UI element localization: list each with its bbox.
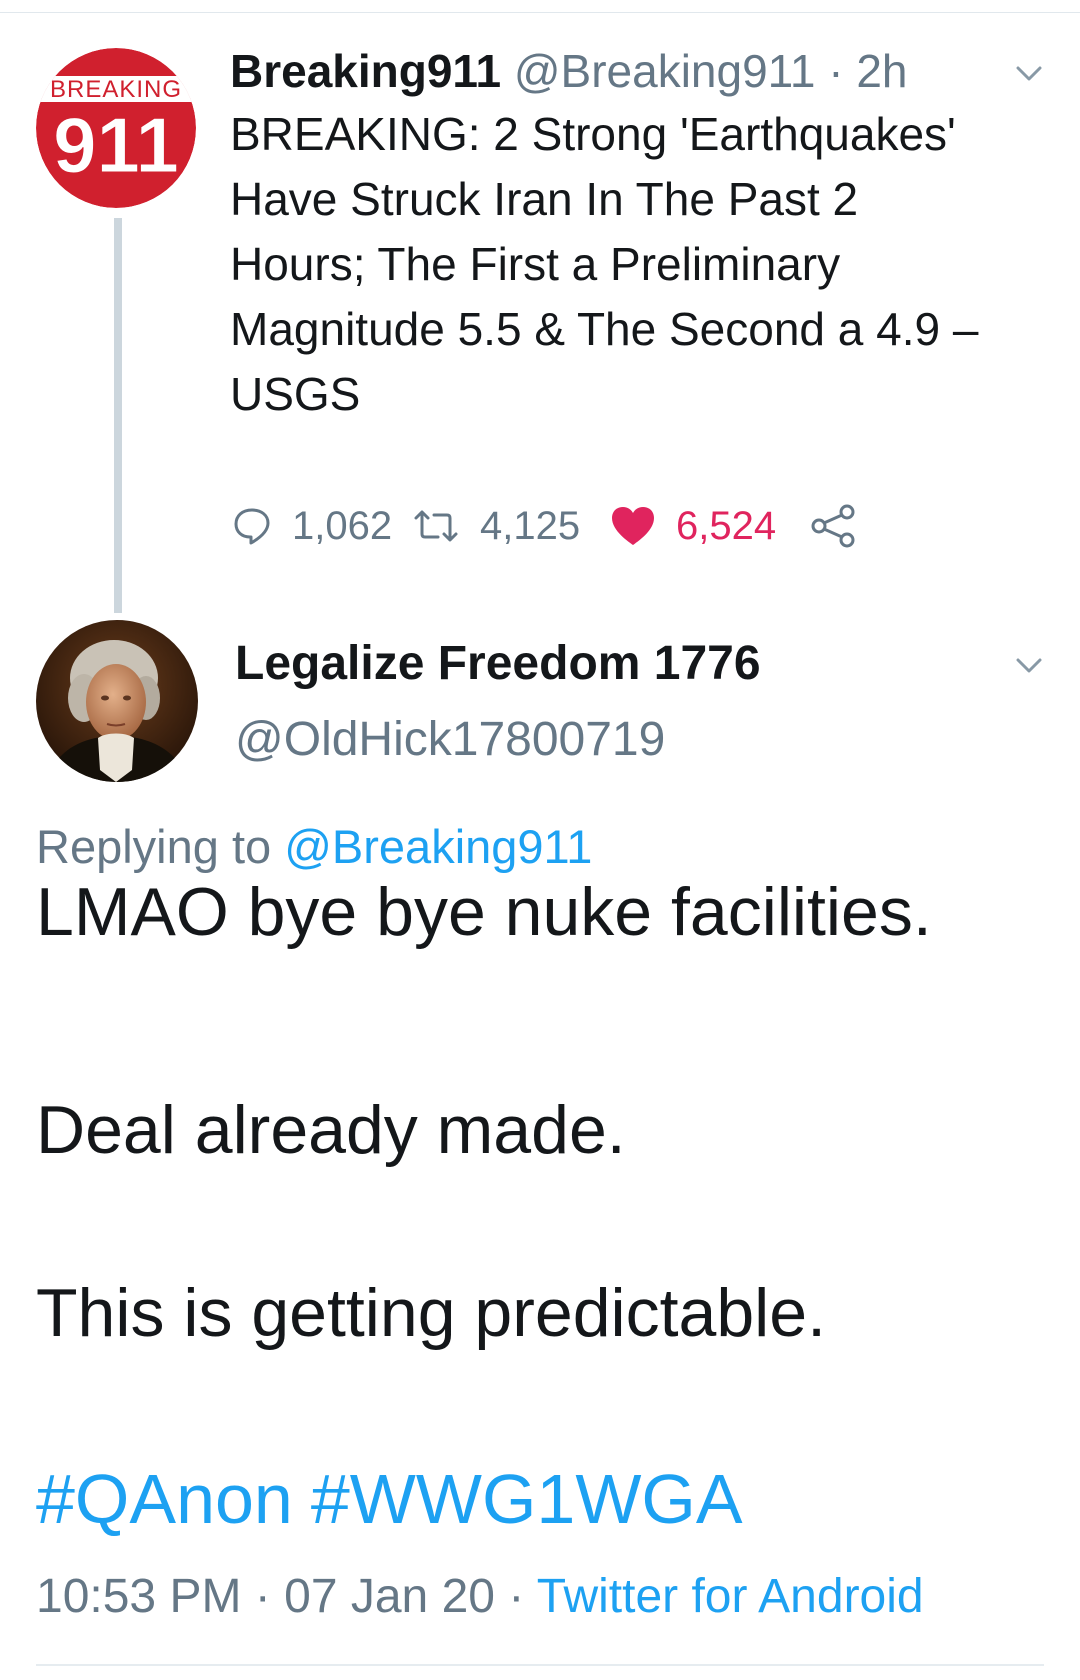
retweet-button[interactable]: 4,125 [412,496,580,556]
header-separator: · [828,45,844,97]
breaking911-logo: BREAKING 911 [36,48,196,208]
original-tweet-time[interactable]: 2h [856,45,907,97]
retweet-icon [412,506,460,546]
original-author-name[interactable]: Breaking911 [230,45,501,97]
original-tweet-header: Breaking911 @Breaking911 · 2h [230,42,908,100]
chevron-down-icon[interactable] [1014,58,1044,88]
tweet-date[interactable]: 07 Jan 20 [284,1570,495,1623]
reply-author-avatar[interactable] [36,620,198,782]
share-button[interactable] [810,496,856,556]
original-author-handle[interactable]: @Breaking911 [514,45,816,97]
bottom-divider [36,1664,1044,1666]
logo-breaking-text: BREAKING [50,76,182,103]
reply-text-line: Deal already made. [36,1092,626,1168]
reply-author-handle[interactable]: @OldHick17800719 [235,711,665,769]
logo-911-text: 911 [53,101,179,189]
original-tweet-text: BREAKING: 2 Strong 'Earthquakes' Have St… [230,108,979,420]
tweet-source-link[interactable]: Twitter for Android [537,1570,924,1623]
like-button[interactable]: 6,524 [610,496,776,556]
reply-author-name[interactable]: Legalize Freedom 1776 [235,635,761,693]
portrait-avatar-image [36,620,198,782]
replying-to-handle-link[interactable]: @Breaking911 [284,820,592,873]
replying-to-label: Replying to [36,820,272,873]
timestamp-separator: · [254,1570,271,1623]
like-count: 6,524 [676,503,777,548]
retweet-count: 4,125 [480,503,581,548]
share-icon [810,504,856,548]
top-divider [0,12,1080,13]
reply-text-line: This is getting predictable. [36,1275,826,1351]
reply-button[interactable]: 1,062 [232,496,392,556]
hashtag-row: #QAnon #WWG1WGA [36,1458,761,1540]
tweet-time[interactable]: 10:53 PM [36,1570,241,1623]
hashtag-link[interactable]: #WWG1WGA [311,1460,743,1538]
replying-to-line: Replying to @Breaking911 [36,818,592,876]
reply-count: 1,062 [292,503,393,548]
reply-text-line: LMAO bye bye nuke facilities. [36,874,932,950]
heart-icon [610,505,656,547]
tweet-timestamp-row: 10:53 PM · 07 Jan 20 · Twitter for Andro… [36,1567,924,1627]
reply-icon [232,506,272,546]
hashtag-link[interactable]: #QAnon [36,1460,293,1538]
thread-connector-line [114,218,122,613]
chevron-down-icon[interactable] [1014,650,1044,680]
timestamp-separator: · [508,1570,525,1623]
breaking911-avatar[interactable]: BREAKING 911 [36,48,196,208]
